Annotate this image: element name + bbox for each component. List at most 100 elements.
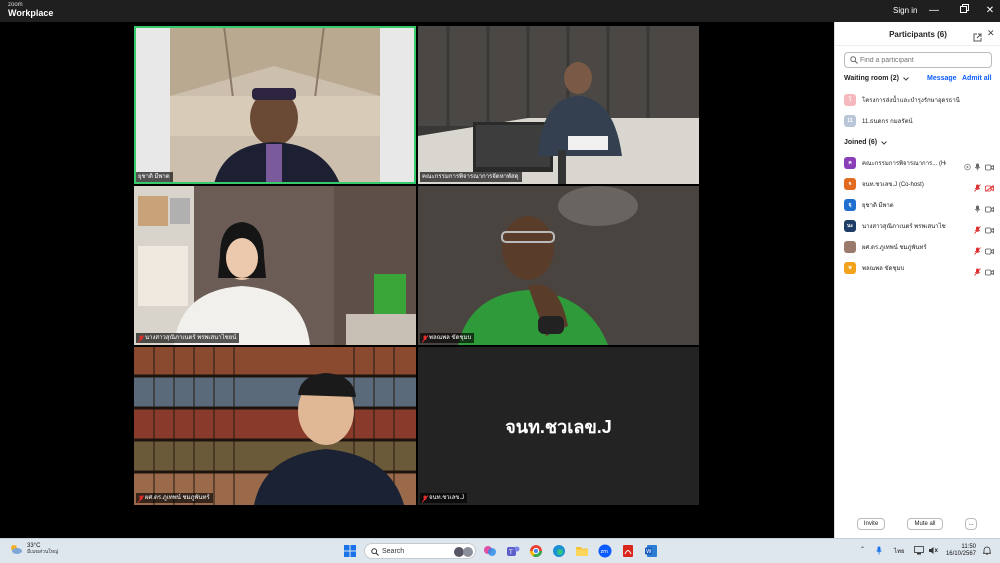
participant-nametag: ยุชาติ มีพาด xyxy=(136,172,173,182)
video-camera-icon[interactable] xyxy=(985,200,994,218)
waiting-room-title: Waiting room (2) xyxy=(844,75,899,82)
search-icon xyxy=(850,56,858,64)
chevron-down-icon xyxy=(881,140,887,145)
video-feed xyxy=(134,347,416,505)
word-icon[interactable]: W xyxy=(644,544,658,558)
tile-name: ผศ.ดร.ภูเทพน์ ชมภูพันทร์ xyxy=(145,495,210,501)
teams-icon[interactable]: T xyxy=(506,544,520,558)
muted-mic-icon xyxy=(421,334,429,343)
muted-mic-icon[interactable] xyxy=(974,179,981,197)
waiting-room-header[interactable]: Waiting room (2) xyxy=(844,75,909,82)
participant-status-icons xyxy=(974,179,994,197)
avatar: ยุ xyxy=(844,199,856,211)
mic-icon[interactable] xyxy=(974,200,981,218)
tile-name: จนท.ชวเลข.J xyxy=(429,495,465,501)
participant-name: คณะกรรมการพิจารณาการ... (Host, me) xyxy=(862,161,946,167)
video-feed xyxy=(418,26,699,184)
muted-mic-icon xyxy=(137,494,145,503)
close-window-icon[interactable]: ✕ xyxy=(983,4,997,18)
close-panel-icon[interactable]: ✕ xyxy=(987,28,995,39)
tile-name: ยุชาติ มีพาด xyxy=(138,174,170,180)
waiting-list-item[interactable]: 11 11.ธนดกร กมลรัตน์ xyxy=(844,114,994,128)
system-clock[interactable]: 11:50 16/10/2567 xyxy=(942,544,976,558)
video-tile-participant-3[interactable]: นางสาวสุณิภาเนตร์ พรพเสนาไชยน์ xyxy=(134,186,416,345)
svg-text:W: W xyxy=(646,549,652,555)
avatar: ค xyxy=(844,157,856,169)
tray-mic-icon[interactable] xyxy=(876,546,882,557)
participant-status-icons xyxy=(974,242,994,260)
joined-list-item[interactable]: จ จนท.ชวเลข.J (Co-host) xyxy=(844,177,994,192)
video-camera-icon[interactable] xyxy=(985,263,994,281)
participant-nametag: จนท.ชวเลข.J xyxy=(420,493,468,503)
search-input[interactable] xyxy=(860,54,988,66)
windows-start-icon[interactable] xyxy=(343,544,357,558)
app-logo: zoom Workplace xyxy=(8,2,53,18)
video-feed xyxy=(134,186,416,345)
pdf-reader-icon[interactable] xyxy=(621,544,635,558)
edge-icon[interactable] xyxy=(552,544,566,558)
video-camera-icon[interactable] xyxy=(985,158,994,176)
muted-mic-icon[interactable] xyxy=(974,221,981,239)
chrome-icon[interactable] xyxy=(529,544,543,558)
participant-name: ผศ.ดร.ภูเทพน์ ชมภูพันทร์ xyxy=(862,245,927,251)
participant-status-icons xyxy=(974,221,994,239)
file-explorer-icon[interactable] xyxy=(575,544,589,558)
more-options-button[interactable]: ... xyxy=(965,518,977,530)
video-tile-participant-5[interactable]: ผศ.ดร.ภูเทพน์ ชมภูพันทร์ xyxy=(134,347,416,505)
video-camera-icon[interactable] xyxy=(985,242,994,260)
joined-header[interactable]: Joined (6) xyxy=(844,139,887,146)
waiting-list-item[interactable]: โ โครงการส่งน้ำและบำรุงรักษาอุดรธานี xyxy=(844,93,994,107)
message-waiting-button[interactable]: Message xyxy=(927,75,957,82)
svg-text:zm: zm xyxy=(601,549,609,555)
muted-mic-icon[interactable] xyxy=(974,242,981,260)
video-off-icon[interactable] xyxy=(985,179,994,197)
joined-list-item[interactable]: ค คณะกรรมการพิจารณาการ... (Host, me) xyxy=(844,156,994,171)
video-tile-participant-4[interactable]: พลณพล ขัดชุมบ xyxy=(418,186,699,345)
weather-widget[interactable]: 33°C มีเมฆส่วนใหญ่ xyxy=(9,543,58,555)
participant-status-icons xyxy=(974,200,994,218)
copilot-icon[interactable] xyxy=(483,544,497,558)
video-feed xyxy=(418,186,699,345)
search-icon xyxy=(371,548,379,556)
pop-out-icon[interactable] xyxy=(973,29,983,42)
restore-icon[interactable] xyxy=(957,4,971,18)
video-feed xyxy=(134,26,416,184)
taskbar-search[interactable]: Search xyxy=(364,543,476,559)
mute-all-button[interactable]: Mute all xyxy=(907,518,943,530)
joined-list-item[interactable]: นะ นางสาวสุณิภาเนตร์ พรพเสนาไชยน์ xyxy=(844,219,994,234)
avatar: จ xyxy=(844,178,856,190)
network-icon[interactable] xyxy=(914,546,924,557)
participant-search[interactable] xyxy=(844,52,992,68)
participant-name-placeholder: จนท.ชวเลข.J xyxy=(505,416,612,437)
search-highlight-icon xyxy=(454,547,473,557)
invite-button[interactable]: Invite xyxy=(857,518,885,530)
notification-bell-icon[interactable] xyxy=(982,546,992,557)
video-tile-participant-6[interactable]: จนท.ชวเลข.J จนท.ชวเลข.J xyxy=(418,347,699,505)
avatar: พ xyxy=(844,262,856,274)
muted-mic-icon xyxy=(137,334,145,343)
input-language[interactable]: ไทย xyxy=(894,546,905,556)
tile-name: นางสาวสุณิภาเนตร์ พรพเสนาไชยน์ xyxy=(145,335,237,341)
panel-footer: Invite Mute all ... xyxy=(835,514,1000,538)
video-tile-participant-1[interactable]: ยุชาติ มีพาด xyxy=(134,26,416,184)
mic-icon[interactable] xyxy=(964,158,981,176)
video-tile-participant-2[interactable]: คณะกรรมการพิจารณาการจัดหาพัสดุ xyxy=(418,26,699,184)
sign-in-link[interactable]: Sign in xyxy=(893,6,917,15)
joined-list-item[interactable]: ยุ ยุชาติ มีพาด xyxy=(844,198,994,213)
zoom-icon[interactable]: zm xyxy=(598,544,612,558)
zoom-app-window: zoom Workplace Sign in — ✕ ยุชาติ มีพาด … xyxy=(0,0,1000,563)
volume-icon[interactable] xyxy=(928,546,938,557)
muted-mic-icon[interactable] xyxy=(974,263,981,281)
avatar: 11 xyxy=(844,115,856,127)
joined-list-item[interactable]: ผศ.ดร.ภูเทพน์ ชมภูพันทร์ xyxy=(844,240,994,255)
show-hidden-icons[interactable]: ⌃ xyxy=(860,546,865,553)
windows-taskbar: 33°C มีเมฆส่วนใหญ่ Search T zm W ⌃ ไทย 1… xyxy=(0,538,1000,563)
admit-all-button[interactable]: Admit all xyxy=(962,75,992,82)
minimize-icon[interactable]: — xyxy=(927,4,941,18)
panel-header: Participants (6) ✕ xyxy=(835,22,1000,46)
joined-list-item[interactable]: พ พลณพล ขัดชุมบ xyxy=(844,261,994,276)
video-camera-icon[interactable] xyxy=(985,221,994,239)
participant-nametag: พลณพล ขัดชุมบ xyxy=(420,333,475,343)
chevron-down-icon xyxy=(903,76,909,81)
avatar: โ xyxy=(844,94,856,106)
